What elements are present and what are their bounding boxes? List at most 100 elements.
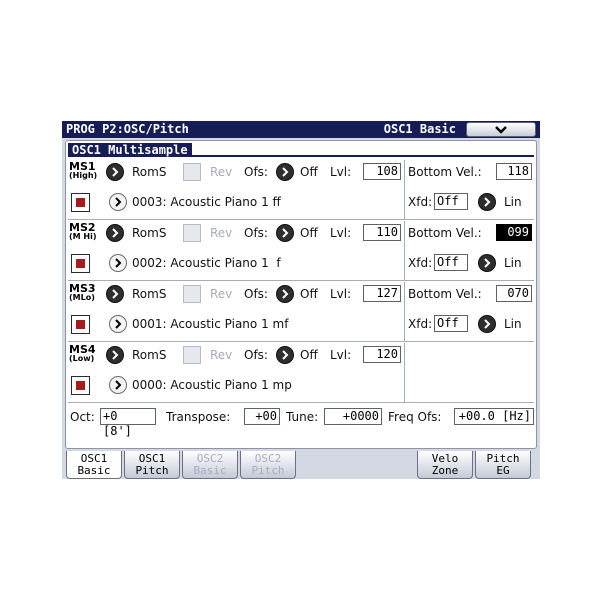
tune-field[interactable]: +0000	[324, 408, 382, 425]
tab-pitch-eg[interactable]: Pitch EG	[475, 451, 531, 479]
ms2-drum-toggle[interactable]	[71, 254, 90, 273]
ms1-bottom-vel-field[interactable]: 118	[496, 163, 532, 180]
ms4-reverse-checkbox[interactable]	[183, 346, 201, 364]
ms4-drum-toggle[interactable]	[71, 376, 90, 395]
ms2-level-label: Lvl:	[330, 226, 352, 240]
page-tabs: OSC1 Basic OSC1 Pitch OSC2 Basic OSC2 Pi…	[62, 451, 540, 479]
ms3-offset-button[interactable]	[276, 285, 294, 303]
tab-osc2-pitch[interactable]: OSC2 Pitch	[240, 451, 296, 479]
transpose-field[interactable]: +00	[244, 408, 280, 425]
ms2-bottom-vel-field[interactable]: 099	[496, 224, 532, 241]
page-title: PROG P2:OSC/Pitch	[66, 122, 189, 136]
ms1-label: MS1 (High)	[69, 160, 98, 180]
ms3-offset-value: Off	[300, 287, 318, 301]
octave-field[interactable]: +0 [8']	[100, 408, 156, 438]
ms2-xfd-curve-button[interactable]	[478, 254, 496, 272]
ms2-sample-name[interactable]: 0002: Acoustic Piano 1 f	[132, 256, 281, 270]
freq-offset-label: Freq Ofs:	[388, 410, 442, 424]
ms4-sample-select-button[interactable]	[109, 376, 127, 394]
tab-velo-zone[interactable]: Velo Zone	[417, 451, 473, 479]
ms1-level-field[interactable]: 108	[363, 163, 401, 180]
ms1-row: MS1 (High) RomS Rev Ofs: Off Lvl: 108 Bo…	[68, 160, 534, 220]
ms2-row: MS2 (M Hi) RomS Rev Ofs: Off Lvl: 110 Bo…	[68, 221, 534, 281]
red-square-icon	[76, 381, 85, 390]
pitch-settings-row: Oct: +0 [8'] Transpose: +00 Tune: +0000 …	[68, 403, 534, 438]
ms1-xfd-curve-button[interactable]	[478, 193, 496, 211]
ms2-xfd-curve: Lin	[504, 256, 522, 270]
ms1-xfd-field[interactable]: Off	[434, 193, 468, 210]
ms3-bank-button[interactable]	[106, 285, 124, 303]
ms3-sample-select-button[interactable]	[109, 315, 127, 333]
ms2-reverse-label: Rev	[210, 226, 233, 240]
ms4-offset-label: Ofs:	[244, 348, 268, 362]
chevron-right-icon	[112, 350, 119, 360]
ms4-offset-button[interactable]	[276, 346, 294, 364]
ms3-xfd-label: Xfd:	[408, 317, 433, 331]
ms2-xfd-field[interactable]: Off	[434, 254, 468, 271]
ms2-offset-button[interactable]	[276, 224, 294, 242]
chevron-right-icon	[112, 289, 119, 299]
chevron-right-icon	[484, 258, 491, 268]
ms1-sample-name[interactable]: 0003: Acoustic Piano 1 ff	[132, 195, 281, 209]
ms1-drum-toggle[interactable]	[71, 193, 90, 212]
ms3-level-label: Lvl:	[330, 287, 352, 301]
ms3-level-field[interactable]: 127	[363, 285, 401, 302]
ms3-sample-name[interactable]: 0001: Acoustic Piano 1 mf	[132, 317, 288, 331]
ms1-reverse-checkbox[interactable]	[183, 163, 201, 181]
ms3-bottom-vel-label: Bottom Vel.:	[408, 287, 482, 301]
ms2-offset-value: Off	[300, 226, 318, 240]
section-title: OSC1 Multisample	[68, 143, 192, 157]
ms3-offset-label: Ofs:	[244, 287, 268, 301]
ms1-sample-select-button[interactable]	[109, 193, 127, 211]
chevron-right-icon	[282, 289, 289, 299]
ms4-reverse-label: Rev	[210, 348, 233, 362]
transpose-label: Transpose:	[166, 410, 231, 424]
tab-osc1-pitch[interactable]: OSC1 Pitch	[124, 451, 180, 479]
screen: PROG P2:OSC/Pitch OSC1 Basic OSC1 Multis…	[62, 121, 540, 479]
ms2-bottom-vel-label: Bottom Vel.:	[408, 226, 482, 240]
ms3-xfd-curve-button[interactable]	[478, 315, 496, 333]
tab-osc1-basic[interactable]: OSC1 Basic	[66, 451, 122, 479]
chevron-right-icon	[484, 319, 491, 329]
ms4-row: MS4 (Low) RomS Rev Ofs: Off Lvl: 120 000…	[68, 343, 534, 403]
octave-label: Oct:	[70, 410, 95, 424]
ms1-offset-button[interactable]	[276, 163, 294, 181]
ms1-bank: RomS	[132, 165, 167, 179]
freq-offset-field[interactable]: +00.0 [Hz]	[454, 408, 534, 425]
ms3-bottom-vel-field[interactable]: 070	[496, 285, 532, 302]
ms2-level-field[interactable]: 110	[363, 224, 401, 241]
page-subtitle: OSC1 Basic	[383, 122, 456, 136]
chevron-right-icon	[282, 228, 289, 238]
section-header: OSC1 Multisample	[68, 143, 534, 157]
ms4-sample-name[interactable]: 0000: Acoustic Piano 1 mp	[132, 378, 292, 392]
ms4-bank: RomS	[132, 348, 167, 362]
chevron-down-icon	[495, 125, 507, 134]
ms3-drum-toggle[interactable]	[71, 315, 90, 334]
ms3-xfd-field[interactable]: Off	[434, 315, 468, 332]
red-square-icon	[76, 259, 85, 268]
ms3-reverse-checkbox[interactable]	[183, 285, 201, 303]
ms1-xfd-curve: Lin	[504, 195, 522, 209]
red-square-icon	[76, 320, 85, 329]
ms2-bank-button[interactable]	[106, 224, 124, 242]
chevron-right-icon	[282, 167, 289, 177]
chevron-right-icon	[115, 319, 122, 329]
ms4-offset-value: Off	[300, 348, 318, 362]
multisample-panel: OSC1 Multisample MS1 (High) RomS Rev Ofs…	[65, 140, 537, 449]
ms3-row: MS3 (MLo) RomS Rev Ofs: Off Lvl: 127 Bot…	[68, 282, 534, 342]
tune-label: Tune:	[286, 410, 319, 424]
ms2-bank: RomS	[132, 226, 167, 240]
ms4-bank-button[interactable]	[106, 346, 124, 364]
page-menu-button[interactable]	[466, 122, 536, 137]
ms1-reverse-label: Rev	[210, 165, 233, 179]
ms1-bank-button[interactable]	[106, 163, 124, 181]
ms4-label: MS4 (Low)	[69, 343, 96, 363]
ms3-label: MS3 (MLo)	[69, 282, 96, 302]
ms4-level-label: Lvl:	[330, 348, 352, 362]
ms2-reverse-checkbox[interactable]	[183, 224, 201, 242]
ms2-sample-select-button[interactable]	[109, 254, 127, 272]
chevron-right-icon	[112, 228, 119, 238]
ms1-xfd-label: Xfd:	[408, 195, 433, 209]
ms4-level-field[interactable]: 120	[363, 346, 401, 363]
tab-osc2-basic[interactable]: OSC2 Basic	[182, 451, 238, 479]
